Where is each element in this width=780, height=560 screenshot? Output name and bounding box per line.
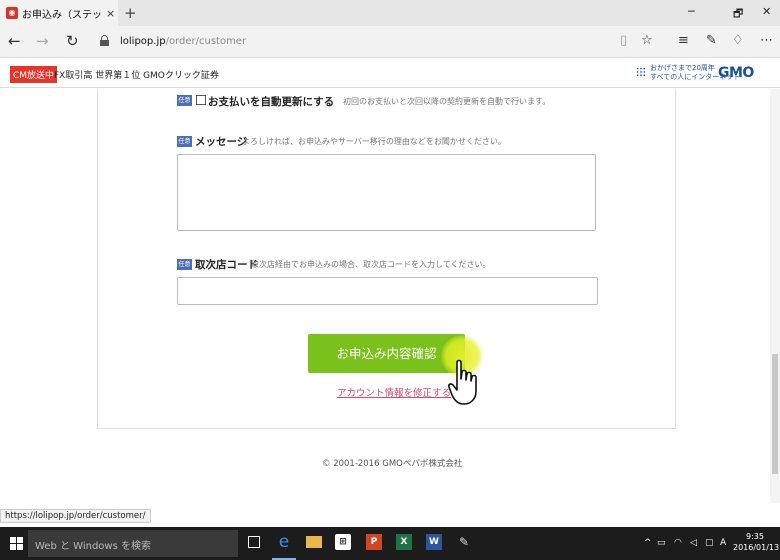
url-host: lolipop.jp — [120, 36, 166, 47]
agent-code-label: 取次店コード — [195, 259, 258, 271]
ad-banner[interactable]: CM放送中 FX取引高 世界第１位 GMOクリック証券 おかげさまで20周年 すべ… — [0, 58, 780, 88]
volume-icon[interactable]: ◁ — [690, 538, 697, 548]
address-bar: ← → ↻ lolipop.jp/order/customer ▯ ☆ ≡ ✎ … — [0, 26, 780, 58]
notification-icon[interactable]: ▢ — [705, 538, 714, 548]
start-windows-icon[interactable] — [10, 537, 24, 551]
ime-indicator[interactable]: A — [720, 538, 726, 548]
paint-icon[interactable]: ✎ — [456, 534, 472, 550]
task-view-icon[interactable] — [248, 536, 260, 548]
clock-time: 9:35 — [746, 532, 764, 541]
auto-renew-checkbox[interactable] — [196, 95, 206, 105]
favorite-star-icon[interactable]: ☆ — [641, 33, 653, 48]
scrollbar-thumb[interactable] — [772, 354, 778, 474]
word-icon[interactable]: W — [426, 534, 442, 550]
taskbar-search[interactable]: Web と Windows を検索 — [28, 530, 238, 557]
tab-bar: ◉ お申込み（ステップ３） × + ─ 🗗 ✕ — [0, 0, 780, 26]
message-label: メッセージ — [195, 136, 248, 148]
reading-view-icon[interactable]: ▯ — [620, 33, 627, 48]
url-path: /order/customer — [165, 36, 247, 47]
forward-icon[interactable]: → — [36, 32, 49, 50]
minimize-icon[interactable]: ─ — [688, 5, 695, 18]
taskbar: Web と Windows を検索 e ⊞ P X W ✎ ^ ▭ ◠ ◁ ▢ … — [0, 527, 780, 560]
clock-date: 2016/01/13 — [733, 543, 780, 552]
back-icon[interactable]: ← — [8, 32, 21, 50]
url-field[interactable]: lolipop.jp/order/customer — [120, 36, 246, 47]
refresh-icon[interactable]: ↻ — [66, 32, 79, 50]
ad-badge: CM放送中 — [10, 66, 58, 83]
tab-active[interactable]: ◉ お申込み（ステップ３） × — [0, 0, 118, 26]
hub-icon[interactable]: ≡ — [678, 33, 689, 48]
powerpoint-icon[interactable]: P — [366, 534, 382, 550]
page-content: 任意 お支払いを自動更新にする 初回のお支払いと次回以降の契約更新を自動で行いま… — [0, 89, 770, 503]
hand-cursor-icon — [448, 359, 477, 405]
optional-badge: 任意 — [177, 95, 192, 106]
gmo-dots-icon — [636, 67, 646, 77]
agent-code-desc: 取次店経由でお申込みの場合、取次店コードを入力してください。 — [251, 260, 491, 269]
edit-account-link[interactable]: アカウント情報を修正する — [337, 385, 451, 399]
message-textarea[interactable] — [177, 154, 596, 231]
optional-badge: 任意 — [177, 136, 192, 147]
more-icon[interactable]: ⋯ — [760, 33, 773, 48]
wifi-icon[interactable]: ◠ — [674, 538, 682, 548]
taskbar-clock[interactable]: 9:35 2016/01/13 — [733, 531, 780, 553]
ad-text: FX取引高 世界第１位 GMOクリック証券 — [54, 71, 219, 81]
page-scrollbar[interactable] — [770, 89, 780, 503]
store-icon[interactable]: ⊞ — [335, 534, 351, 550]
file-explorer-icon[interactable] — [306, 536, 322, 548]
copyright: © 2001-2016 GMOペパボ株式会社 — [322, 459, 463, 469]
lock-icon — [100, 35, 109, 46]
auto-renew-desc: 初回のお支払いと次回以降の契約更新を自動で行います。 — [343, 97, 551, 106]
window-close-icon[interactable]: ✕ — [762, 5, 771, 18]
new-tab-icon[interactable]: + — [124, 4, 137, 22]
share-icon[interactable]: ♢ — [732, 33, 744, 48]
auto-renew-label[interactable]: お支払いを自動更新にする — [208, 94, 334, 109]
edge-browser-icon[interactable]: e — [276, 534, 292, 551]
message-desc: よろしければ、お申込みやサーバー移行の理由などをお聞かせください。 — [242, 137, 506, 146]
tab-close-icon[interactable]: × — [106, 7, 115, 20]
maximize-icon[interactable]: 🗗 — [733, 5, 743, 24]
excel-icon[interactable]: X — [396, 534, 412, 550]
agent-code-input[interactable] — [177, 277, 598, 305]
web-note-icon[interactable]: ✎ — [706, 33, 717, 48]
lolipop-favicon-icon: ◉ — [6, 7, 18, 19]
gmo-logo: GMO — [718, 65, 754, 81]
optional-badge: 任意 — [177, 259, 192, 270]
search-placeholder: Web と Windows を検索 — [35, 541, 151, 552]
status-url: https://lolipop.jp/order/customer/ — [0, 509, 151, 523]
tab-title: お申込み（ステップ３） — [22, 9, 102, 21]
network-icon[interactable]: ▭ — [657, 538, 666, 548]
tray-chevron-icon[interactable]: ^ — [644, 538, 652, 548]
